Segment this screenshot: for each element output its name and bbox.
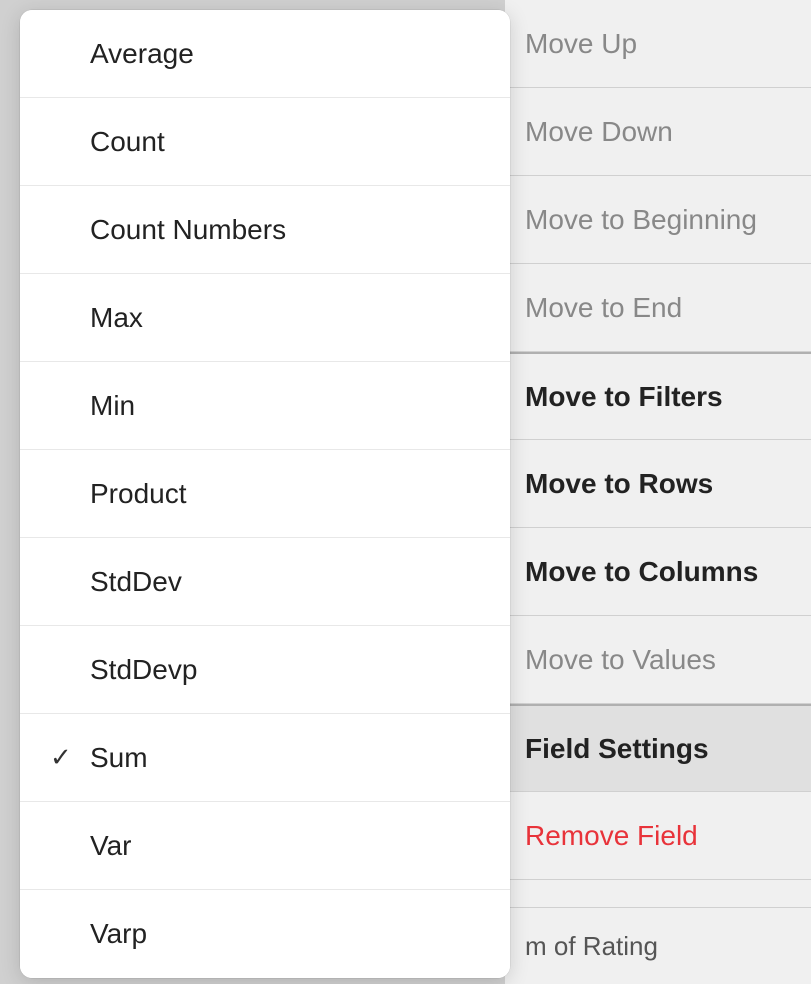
move-down-label: Move Down [525, 116, 673, 148]
menu-item-product[interactable]: Product [20, 450, 510, 538]
remove-field-label: Remove Field [525, 820, 698, 852]
min-label: Min [90, 390, 135, 422]
min-checkmark [50, 390, 80, 421]
max-checkmark [50, 302, 80, 333]
bottom-label-bar: m of Rating [505, 907, 811, 984]
menu-item-average[interactable]: Average [20, 10, 510, 98]
menu-item-move-to-end[interactable]: Move to End [505, 264, 811, 352]
menu-item-count[interactable]: Count [20, 98, 510, 186]
menu-item-move-down[interactable]: Move Down [505, 88, 811, 176]
move-to-end-label: Move to End [525, 292, 682, 324]
count-label: Count [90, 126, 165, 158]
sum-checkmark: ✓ [50, 742, 80, 773]
field-settings-label: Field Settings [525, 733, 709, 765]
bottom-label-text: m of Rating [525, 931, 658, 962]
move-to-columns-label: Move to Columns [525, 556, 758, 588]
menu-item-max[interactable]: Max [20, 274, 510, 362]
count-checkmark [50, 126, 80, 157]
menu-item-move-to-rows[interactable]: Move to Rows [505, 440, 811, 528]
product-label: Product [90, 478, 187, 510]
varp-checkmark [50, 919, 80, 950]
left-submenu: Average Count Count Numbers Max Min Prod… [20, 10, 510, 978]
menu-item-stddev[interactable]: StdDev [20, 538, 510, 626]
stddev-label: StdDev [90, 566, 182, 598]
var-checkmark [50, 830, 80, 861]
menu-item-min[interactable]: Min [20, 362, 510, 450]
menu-item-move-to-beginning[interactable]: Move to Beginning [505, 176, 811, 264]
main-container: Move Up Move Down Move to Beginning Move… [0, 0, 811, 984]
move-to-beginning-label: Move to Beginning [525, 204, 757, 236]
menu-item-field-settings[interactable]: Field Settings [505, 704, 811, 792]
max-label: Max [90, 302, 143, 334]
product-checkmark [50, 478, 80, 509]
average-checkmark [50, 38, 80, 69]
move-to-filters-label: Move to Filters [525, 381, 723, 413]
var-label: Var [90, 830, 132, 862]
menu-item-move-up[interactable]: Move Up [505, 0, 811, 88]
average-label: Average [90, 38, 194, 70]
stddevp-label: StdDevp [90, 654, 197, 686]
menu-item-move-to-values[interactable]: Move to Values [505, 616, 811, 704]
right-context-menu: Move Up Move Down Move to Beginning Move… [505, 0, 811, 984]
menu-item-var[interactable]: Var [20, 802, 510, 890]
move-to-values-label: Move to Values [525, 644, 716, 676]
menu-item-varp[interactable]: Varp [20, 890, 510, 978]
menu-item-move-to-filters[interactable]: Move to Filters [505, 352, 811, 440]
menu-item-count-numbers[interactable]: Count Numbers [20, 186, 510, 274]
stddev-checkmark [50, 566, 80, 597]
menu-item-move-to-columns[interactable]: Move to Columns [505, 528, 811, 616]
count-numbers-label: Count Numbers [90, 214, 286, 246]
move-up-label: Move Up [525, 28, 637, 60]
count-numbers-checkmark [50, 214, 80, 245]
menu-item-stddevp[interactable]: StdDevp [20, 626, 510, 714]
menu-item-remove-field[interactable]: Remove Field [505, 792, 811, 880]
move-to-rows-label: Move to Rows [525, 468, 713, 500]
sum-label: Sum [90, 742, 148, 774]
varp-label: Varp [90, 918, 147, 950]
menu-item-sum[interactable]: ✓ Sum [20, 714, 510, 802]
stddevp-checkmark [50, 654, 80, 685]
